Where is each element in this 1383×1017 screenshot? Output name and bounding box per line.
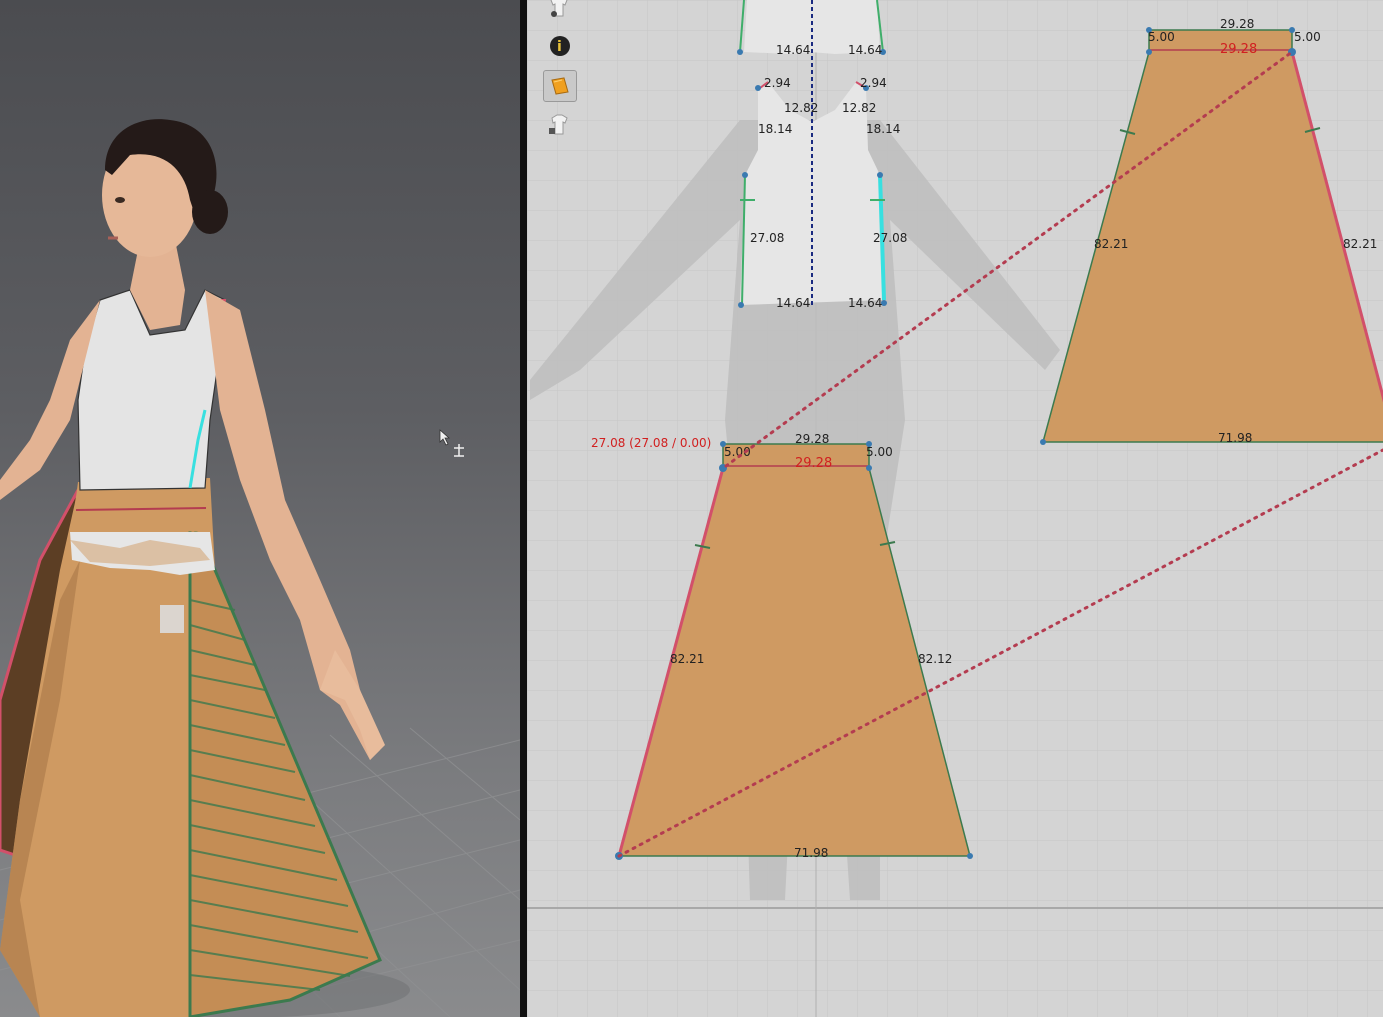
skirt-back-bottom-width: 71.98 bbox=[1218, 431, 1252, 445]
skirt-front-left-side: 82.21 bbox=[670, 652, 704, 666]
info-icon: i bbox=[550, 36, 570, 56]
skirt-front-right-side: 82.12 bbox=[918, 652, 952, 666]
label-shoulder-left: 2.94 bbox=[764, 76, 791, 90]
3d-viewport[interactable] bbox=[0, 0, 520, 1017]
label-armhole-right: 18.14 bbox=[866, 122, 900, 136]
skirt-front-bottom-width: 71.98 bbox=[794, 846, 828, 860]
label-bottom-left-width: 14.64 bbox=[776, 296, 810, 310]
label-neck-left: 12.82 bbox=[784, 101, 818, 115]
label-side-left: 27.08 bbox=[750, 231, 784, 245]
fabric-tool[interactable] bbox=[543, 70, 577, 102]
skirt-back-left-dart: 5.00 bbox=[1148, 30, 1175, 44]
skirt-back-left-side: 82.21 bbox=[1094, 237, 1128, 251]
shirt-eye-icon bbox=[550, 0, 568, 17]
skirt-back-right-dart: 5.00 bbox=[1294, 30, 1321, 44]
skirt-back-seam-width: 29.28 bbox=[1220, 42, 1257, 57]
fabric-swatch-icon bbox=[551, 77, 569, 95]
info-tool[interactable]: i bbox=[543, 32, 575, 62]
skirt-front-seam-width: 29.28 bbox=[795, 456, 832, 471]
show-avatar-tool[interactable] bbox=[543, 0, 575, 22]
skirt-front-right-dart: 5.00 bbox=[866, 445, 893, 459]
2d-pattern-window[interactable]: 14.64 14.64 2.94 2.94 12.82 12.82 18.14 … bbox=[527, 0, 1383, 1017]
label-top-left-width: 14.64 bbox=[776, 43, 810, 57]
shirt-lock-icon bbox=[549, 114, 568, 135]
label-shoulder-right: 2.94 bbox=[860, 76, 887, 90]
panel-divider[interactable] bbox=[520, 0, 527, 1017]
pattern-canvas: 14.64 14.64 2.94 2.94 12.82 12.82 18.14 … bbox=[527, 0, 1383, 1017]
lock-garment-tool[interactable] bbox=[543, 110, 575, 140]
skirt-back-top-width: 29.28 bbox=[1220, 17, 1254, 31]
label-neck-right: 12.82 bbox=[842, 101, 876, 115]
move-cursor-icon bbox=[439, 429, 464, 457]
label-side-right: 27.08 bbox=[873, 231, 907, 245]
skirt-back-right-side: 82.21 bbox=[1343, 237, 1377, 251]
3d-scene bbox=[0, 119, 520, 1017]
skirt-front-top-width: 29.28 bbox=[795, 432, 829, 446]
label-bottom-right-width: 14.64 bbox=[848, 296, 882, 310]
label-top-right-width: 14.64 bbox=[848, 43, 882, 57]
segment-length-readout: 27.08 (27.08 / 0.00) bbox=[591, 436, 711, 450]
label-armhole-left: 18.14 bbox=[758, 122, 792, 136]
svg-text:i: i bbox=[557, 39, 562, 55]
